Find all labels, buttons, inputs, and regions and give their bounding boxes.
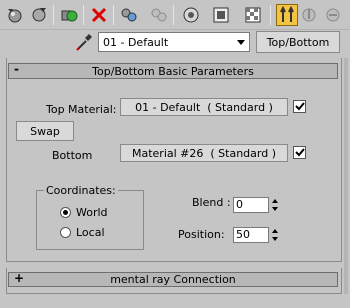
blend-spinner[interactable] — [270, 197, 280, 213]
put-to-scene-icon[interactable] — [28, 4, 50, 26]
spinner-down-icon[interactable] — [270, 205, 280, 213]
position-spinner[interactable] — [270, 227, 280, 243]
mental-ray-rollout-header[interactable]: + mental ray Connection — [8, 271, 338, 287]
local-radio[interactable] — [60, 227, 71, 238]
make-unique-icon[interactable] — [118, 4, 140, 26]
swap-button[interactable]: Swap — [16, 121, 74, 141]
go-forward-to-sibling-icon[interactable] — [298, 4, 320, 26]
mental-ray-rollout-title: mental ray Connection — [110, 273, 236, 286]
position-label: Position: — [178, 228, 225, 241]
world-radio[interactable] — [60, 207, 71, 218]
expand-icon: + — [14, 271, 25, 285]
go-to-sibling-icon[interactable] — [322, 4, 344, 26]
assign-to-selection-icon[interactable] — [58, 4, 80, 26]
chevron-down-icon[interactable] — [233, 33, 249, 51]
position-field[interactable]: 50 — [233, 227, 269, 243]
rollout-title: Top/Bottom Basic Parameters — [92, 64, 254, 78]
reset-map-icon[interactable] — [88, 4, 110, 26]
coordinates-group-title: Coordinates: — [44, 184, 118, 197]
get-material-icon[interactable] — [4, 4, 26, 26]
coordinates-group — [36, 190, 144, 250]
bottom-material-label: Bottom — [52, 149, 93, 162]
blend-label: Blend : — [192, 196, 231, 209]
put-to-library-icon[interactable] — [148, 4, 170, 26]
basic-parameters-rollout-header[interactable]: - Top/Bottom Basic Parameters — [8, 62, 338, 79]
panel-scrollbar[interactable] — [344, 58, 348, 294]
bottom-material-checkbox[interactable] — [293, 146, 306, 159]
spinner-down-icon[interactable] — [270, 235, 280, 243]
show-map-in-viewport-icon[interactable] — [210, 4, 232, 26]
material-name-dropdown[interactable]: 01 - Default — [98, 32, 250, 52]
world-radio-label: World — [76, 206, 108, 219]
material-editor-toolbar — [0, 0, 350, 30]
top-material-button[interactable]: 01 - Default ( Standard ) — [120, 98, 288, 116]
go-to-parent-icon[interactable] — [276, 4, 298, 26]
top-material-label: Top Material: — [46, 103, 117, 116]
top-material-checkbox[interactable] — [293, 100, 306, 113]
spinner-up-icon[interactable] — [270, 197, 280, 205]
material-type-button[interactable]: Top/Bottom — [256, 31, 340, 53]
pick-material-eyedropper-icon[interactable] — [74, 32, 94, 52]
collapse-icon: - — [14, 62, 19, 76]
local-radio-label: Local — [76, 226, 105, 239]
show-end-result-icon[interactable] — [242, 4, 264, 26]
material-name-value: 01 - Default — [103, 35, 169, 49]
bottom-material-button[interactable]: Material #26 ( Standard ) — [120, 144, 288, 162]
material-id-channel-icon[interactable] — [180, 4, 202, 26]
spinner-up-icon[interactable] — [270, 227, 280, 235]
blend-field[interactable]: 0 — [233, 197, 269, 213]
